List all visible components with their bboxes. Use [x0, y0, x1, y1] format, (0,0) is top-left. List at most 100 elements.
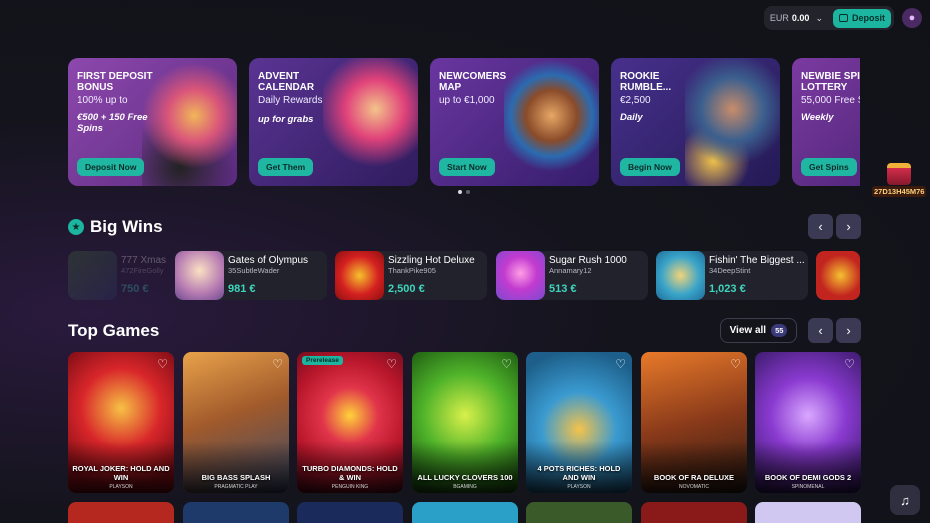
heart-icon[interactable]: ♡ [386, 357, 397, 371]
promo-subtitle: Daily Rewards [258, 95, 323, 106]
start-now-button[interactable]: Start Now [439, 158, 495, 176]
games-count-badge: 55 [771, 324, 788, 337]
begin-now-button[interactable]: Begin Now [620, 158, 680, 176]
promo-highlight: €500 + 150 Free Spins [77, 112, 148, 134]
heart-icon[interactable]: ♡ [501, 357, 512, 371]
game-card[interactable]: Prerelease ♡ TURBO DIAMONDS: HOLD & WIN … [297, 352, 403, 493]
game-card[interactable]: ♡ BIG BASS SPLASH PRAGMATIC PLAY [183, 352, 289, 493]
game-provider: SPINOMENAL [791, 484, 825, 490]
win-amount: 513 € [549, 283, 577, 295]
promo-highlight: Weekly [801, 112, 834, 123]
promo-highlight: up for grabs [258, 114, 314, 125]
game-title: ALL LUCKY CLOVERS 100 [417, 473, 513, 482]
carousel-dot[interactable] [466, 190, 470, 194]
chevron-left-icon[interactable]: ‹ [808, 318, 833, 343]
game-title: BIG BASS SPLASH [201, 473, 271, 482]
wallet-dropdown[interactable]: EUR 0.00 ⌄ Deposit [763, 6, 894, 30]
get-spins-button[interactable]: Get Spins [801, 158, 857, 176]
star-icon: ★ [68, 219, 84, 235]
promo-subtitle: 55,000 Free S [801, 95, 860, 106]
promo-subtitle: up to €1,000 [439, 95, 495, 106]
chevron-right-icon[interactable]: › [836, 318, 861, 343]
game-title: 4 POTS RICHES: HOLD AND WIN [537, 464, 621, 482]
view-all-button[interactable]: View all 55 [720, 318, 797, 343]
chevron-left-icon[interactable]: ‹ [808, 214, 833, 239]
avatar[interactable]: ● [902, 8, 922, 28]
promo-highlight: Daily [620, 112, 643, 123]
win-user: Annamary12 [549, 266, 592, 275]
game-card[interactable] [297, 502, 403, 523]
gift-timer[interactable]: 27D13H45M76 [872, 163, 926, 197]
game-provider: PLAYSON [109, 484, 133, 490]
heart-icon[interactable]: ♡ [730, 357, 741, 371]
heart-icon[interactable]: ♡ [272, 357, 283, 371]
promo-card[interactable]: NEWCOMERS MAP up to €1,000 Start Now [430, 58, 599, 186]
headset-icon[interactable]: ♫ [890, 485, 920, 515]
deposit-label: Deposit [851, 13, 885, 23]
list-item[interactable]: Sizzling Hot Deluxe ThankPike905 2,500 € [335, 251, 487, 300]
chevron-right-icon[interactable]: › [836, 214, 861, 239]
promo-subtitle: 100% up to [77, 95, 128, 106]
deposit-button[interactable]: Deposit [832, 8, 891, 28]
win-user: 35SubtleWader [228, 266, 280, 275]
game-thumbnail [496, 251, 545, 300]
game-thumbnail [816, 251, 860, 300]
game-thumbnail [335, 251, 384, 300]
game-card[interactable]: ♡ ALL LUCKY CLOVERS 100 BGAMING [412, 352, 518, 493]
game-card[interactable]: ♡ BOOK OF DEMI GODS 2 SPINOMENAL [755, 352, 861, 493]
game-card[interactable] [412, 502, 518, 523]
win-amount: 750 € [121, 283, 149, 295]
game-thumbnail [175, 251, 224, 300]
game-provider: PRAGMATIC PLAY [214, 484, 258, 490]
game-title: BOOK OF RA DELUXE [653, 473, 735, 482]
prerelease-badge: Prerelease [302, 356, 343, 365]
win-amount: 2,500 € [388, 283, 425, 295]
win-amount: 1,023 € [709, 283, 746, 295]
game-thumbnail [68, 251, 117, 300]
carousel-dot[interactable] [458, 190, 462, 194]
win-user: 472FireGolly [121, 266, 164, 275]
win-game: Sugar Rush 1000 [549, 255, 627, 266]
game-card[interactable]: ♡ ROYAL JOKER: HOLD AND WIN PLAYSON [68, 352, 174, 493]
currency: EUR [769, 13, 789, 23]
win-game: Sizzling Hot Deluxe [388, 255, 475, 266]
big-wins-header: ★ Big Wins [68, 217, 163, 237]
game-card[interactable] [526, 502, 632, 523]
game-card[interactable] [68, 502, 174, 523]
heart-icon[interactable]: ♡ [615, 357, 626, 371]
game-provider: PENGUIN KING [331, 484, 369, 490]
promo-card[interactable]: ROOKIE RUMBLE... €2,500 Daily Begin Now [611, 58, 780, 186]
promo-subtitle: €2,500 [620, 95, 651, 106]
promo-title: ADVENT CALENDAR [258, 71, 315, 93]
game-card[interactable] [755, 502, 861, 523]
list-item[interactable]: Sugar Rush 1000 Annamary12 513 € [496, 251, 648, 300]
promo-title: FIRST DEPOSIT BONUS [77, 71, 153, 93]
game-title: BOOK OF DEMI GODS 2 [764, 473, 852, 482]
list-item[interactable]: Gates of Olympus 35SubtleWader 981 € [175, 251, 327, 300]
game-card[interactable] [641, 502, 747, 523]
promo-card[interactable]: ADVENT CALENDAR Daily Rewards up for gra… [249, 58, 418, 186]
top-games-header: Top Games [68, 321, 159, 341]
promo-card[interactable]: NEWBIE SPIN LOTTERY 55,000 Free S Weekly… [792, 58, 860, 186]
top-bar: EUR 0.00 ⌄ Deposit ● [763, 6, 922, 30]
heart-icon[interactable]: ♡ [844, 357, 855, 371]
game-card[interactable] [183, 502, 289, 523]
big-wins-list: 777 Xmas 472FireGolly 750 € Gates of Oly… [68, 251, 860, 300]
list-item[interactable]: Fishin' The Biggest ... 34DeepStint 1,02… [656, 251, 808, 300]
win-game: Gates of Olympus [228, 255, 309, 266]
game-card[interactable]: ♡ BOOK OF RA DELUXE NOVOMATIC [641, 352, 747, 493]
chevron-down-icon[interactable]: ⌄ [815, 13, 823, 24]
view-all-label: View all [729, 325, 767, 336]
list-item[interactable] [816, 251, 860, 300]
game-thumbnail [656, 251, 705, 300]
promo-card[interactable]: FIRST DEPOSIT BONUS 100% up to €500 + 15… [68, 58, 237, 186]
game-title: TURBO DIAMONDS: HOLD & WIN [302, 464, 398, 482]
deposit-now-button[interactable]: Deposit Now [77, 158, 145, 176]
game-card[interactable]: ♡ 4 POTS RICHES: HOLD AND WIN PLAYSON [526, 352, 632, 493]
heart-icon[interactable]: ♡ [157, 357, 168, 371]
promo-carousel: FIRST DEPOSIT BONUS 100% up to €500 + 15… [68, 58, 860, 186]
win-amount: 981 € [228, 283, 256, 295]
balance: EUR 0.00 [770, 13, 810, 23]
wallet-icon [838, 14, 848, 22]
get-them-button[interactable]: Get Them [258, 158, 314, 176]
